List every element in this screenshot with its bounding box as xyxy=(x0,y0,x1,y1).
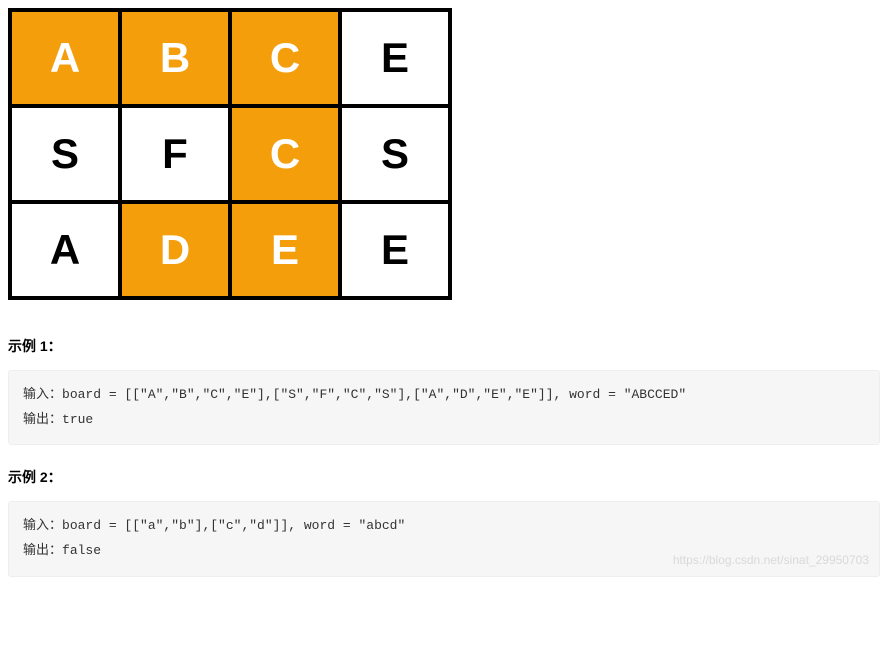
input-label: 输入： xyxy=(23,387,62,402)
grid-cell: C xyxy=(230,10,340,106)
grid-cell: S xyxy=(10,106,120,202)
grid-cell: A xyxy=(10,10,120,106)
output-label: 输出： xyxy=(23,543,62,558)
grid-cell: F xyxy=(120,106,230,202)
board-grid: A B C E S F C S A D E E xyxy=(8,8,452,300)
example-block: 示例 2： 输入：board = [["a","b"],["c","d"]], … xyxy=(8,467,880,576)
grid-cell: E xyxy=(340,10,450,106)
watermark-text: https://blog.csdn.net/sinat_29950703 xyxy=(673,549,869,572)
grid-cell: A xyxy=(10,202,120,298)
grid-cell: E xyxy=(230,202,340,298)
grid-cell: S xyxy=(340,106,450,202)
grid-cell: E xyxy=(340,202,450,298)
output-label: 输出： xyxy=(23,412,62,427)
input-label: 输入： xyxy=(23,518,62,533)
output-code: false xyxy=(62,543,101,558)
grid-cell: C xyxy=(230,106,340,202)
input-code: board = [["a","b"],["c","d"]], word = "a… xyxy=(62,518,405,533)
grid-cell: D xyxy=(120,202,230,298)
example-code: 输入：board = [["a","b"],["c","d"]], word =… xyxy=(8,501,880,576)
input-code: board = [["A","B","C","E"],["S","F","C",… xyxy=(62,387,686,402)
grid-cell: B xyxy=(120,10,230,106)
example-title: 示例 2： xyxy=(8,467,880,487)
example-code: 输入：board = [["A","B","C","E"],["S","F","… xyxy=(8,370,880,445)
example-block: 示例 1： 输入：board = [["A","B","C","E"],["S"… xyxy=(8,336,880,445)
output-code: true xyxy=(62,412,93,427)
example-title: 示例 1： xyxy=(8,336,880,356)
